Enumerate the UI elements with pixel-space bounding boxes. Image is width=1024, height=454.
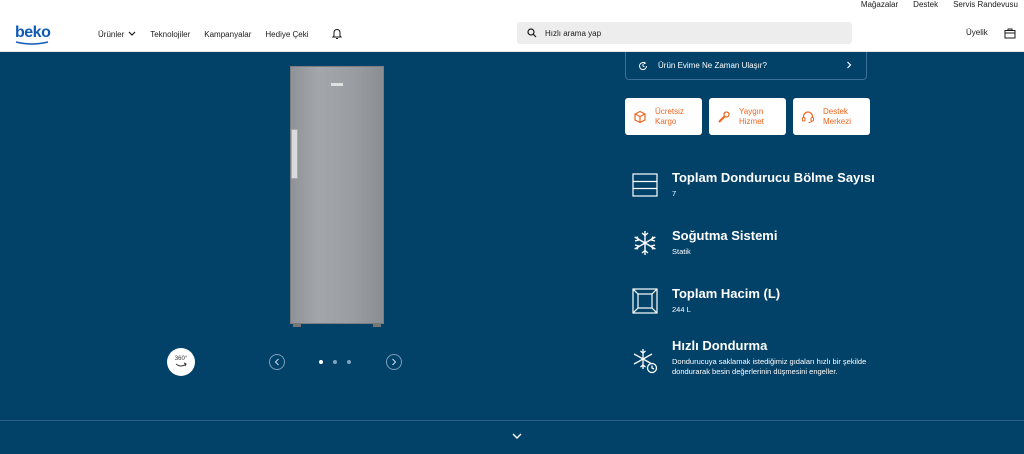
top-utility-bar: Mağazalar Destek Servis Randevusu (0, 0, 1024, 12)
feature-value: Statik (672, 247, 691, 256)
menu-item-campaigns[interactable]: Kampanyalar (204, 30, 251, 39)
main-menu: Ürünler Teknolojiler Kampanyalar Hediye … (98, 27, 309, 41)
shopping-bag-icon[interactable] (1004, 27, 1016, 39)
drawers-icon (632, 173, 658, 197)
box-icon (634, 110, 646, 123)
rotate-360-button[interactable]: 360° (167, 348, 195, 376)
foot (373, 323, 381, 327)
delivery-info-button[interactable]: Ürün Evime Ne Zaman Ulaşır? (625, 52, 867, 80)
feature-value: 244 L (672, 305, 691, 314)
slide-dot[interactable] (333, 360, 337, 364)
main-navigation: beko Ürünler Teknolojiler Kampanyalar He… (0, 12, 1024, 52)
chevron-down-icon[interactable] (512, 433, 522, 440)
snowflake-icon (634, 231, 656, 255)
product-section: 360° Ürün Evime Ne Zaman Ulaşır? Ücretsi… (0, 52, 1024, 454)
headset-icon (802, 110, 814, 123)
prev-slide-button[interactable] (269, 354, 285, 370)
service-appointment-link[interactable]: Servis Randevusu (953, 0, 1018, 9)
feature-value: 7 (672, 189, 677, 198)
service-label: Destek Merkezi (823, 106, 852, 126)
search-bar[interactable] (517, 22, 852, 44)
slide-indicators (319, 360, 351, 364)
volume-icon (632, 288, 658, 314)
feature-title: Soğutma Sistemi (672, 228, 778, 243)
rotate-icon (175, 362, 187, 367)
chevron-down-icon (128, 31, 136, 36)
search-input[interactable] (545, 22, 845, 44)
support-link[interactable]: Destek (913, 0, 938, 9)
logo-swoosh-icon (15, 41, 49, 45)
service-card-support-center[interactable]: Destek Merkezi (793, 98, 870, 135)
menu-item-gift-card[interactable]: Hediye Çeki (265, 30, 308, 39)
section-divider (0, 420, 1024, 421)
foot (293, 323, 301, 327)
feature-title: Toplam Hacim (L) (672, 286, 781, 301)
service-card-wide-service[interactable]: Yaygın Hizmet (709, 98, 786, 135)
clock-refresh-icon (639, 61, 648, 70)
next-slide-button[interactable] (386, 354, 402, 370)
product-image-freezer[interactable] (290, 66, 384, 327)
slide-dot[interactable] (319, 360, 323, 364)
menu-item-technologies[interactable]: Teknolojiler (150, 30, 190, 39)
feature-value: Dondurucuya saklamak istediğimiz gıdalar… (672, 357, 867, 376)
feature-title: Hızlı Dondurma (672, 338, 768, 353)
delivery-label: Ürün Evime Ne Zaman Ulaşır? (658, 61, 767, 70)
chevron-left-icon (274, 358, 279, 366)
bell-icon[interactable] (332, 28, 342, 40)
stores-link[interactable]: Mağazalar (861, 0, 898, 9)
top-links: Mağazalar Destek Servis Randevusu (861, 0, 1018, 9)
chevron-right-icon (847, 61, 852, 69)
wrench-icon (718, 110, 730, 123)
search-icon (527, 28, 537, 38)
account-link[interactable]: Üyelik (966, 28, 988, 37)
chevron-right-icon (392, 358, 397, 366)
fast-freeze-icon (633, 349, 658, 374)
service-label: Yaygın Hizmet (739, 106, 764, 126)
menu-item-products[interactable]: Ürünler (98, 30, 136, 39)
door-handle (291, 129, 298, 179)
service-cards: Ücretsiz Kargo Yaygın Hizmet Destek Merkezi (625, 98, 870, 135)
slide-dot[interactable] (347, 360, 351, 364)
beko-logo[interactable]: beko (15, 24, 51, 42)
service-card-free-shipping[interactable]: Ücretsiz Kargo (625, 98, 702, 135)
menu-item-label: Ürünler (98, 29, 125, 39)
service-label: Ücretsiz Kargo (655, 106, 684, 126)
brand-badge (331, 83, 343, 86)
feature-title: Toplam Dondurucu Bölme Sayısı (672, 170, 875, 185)
